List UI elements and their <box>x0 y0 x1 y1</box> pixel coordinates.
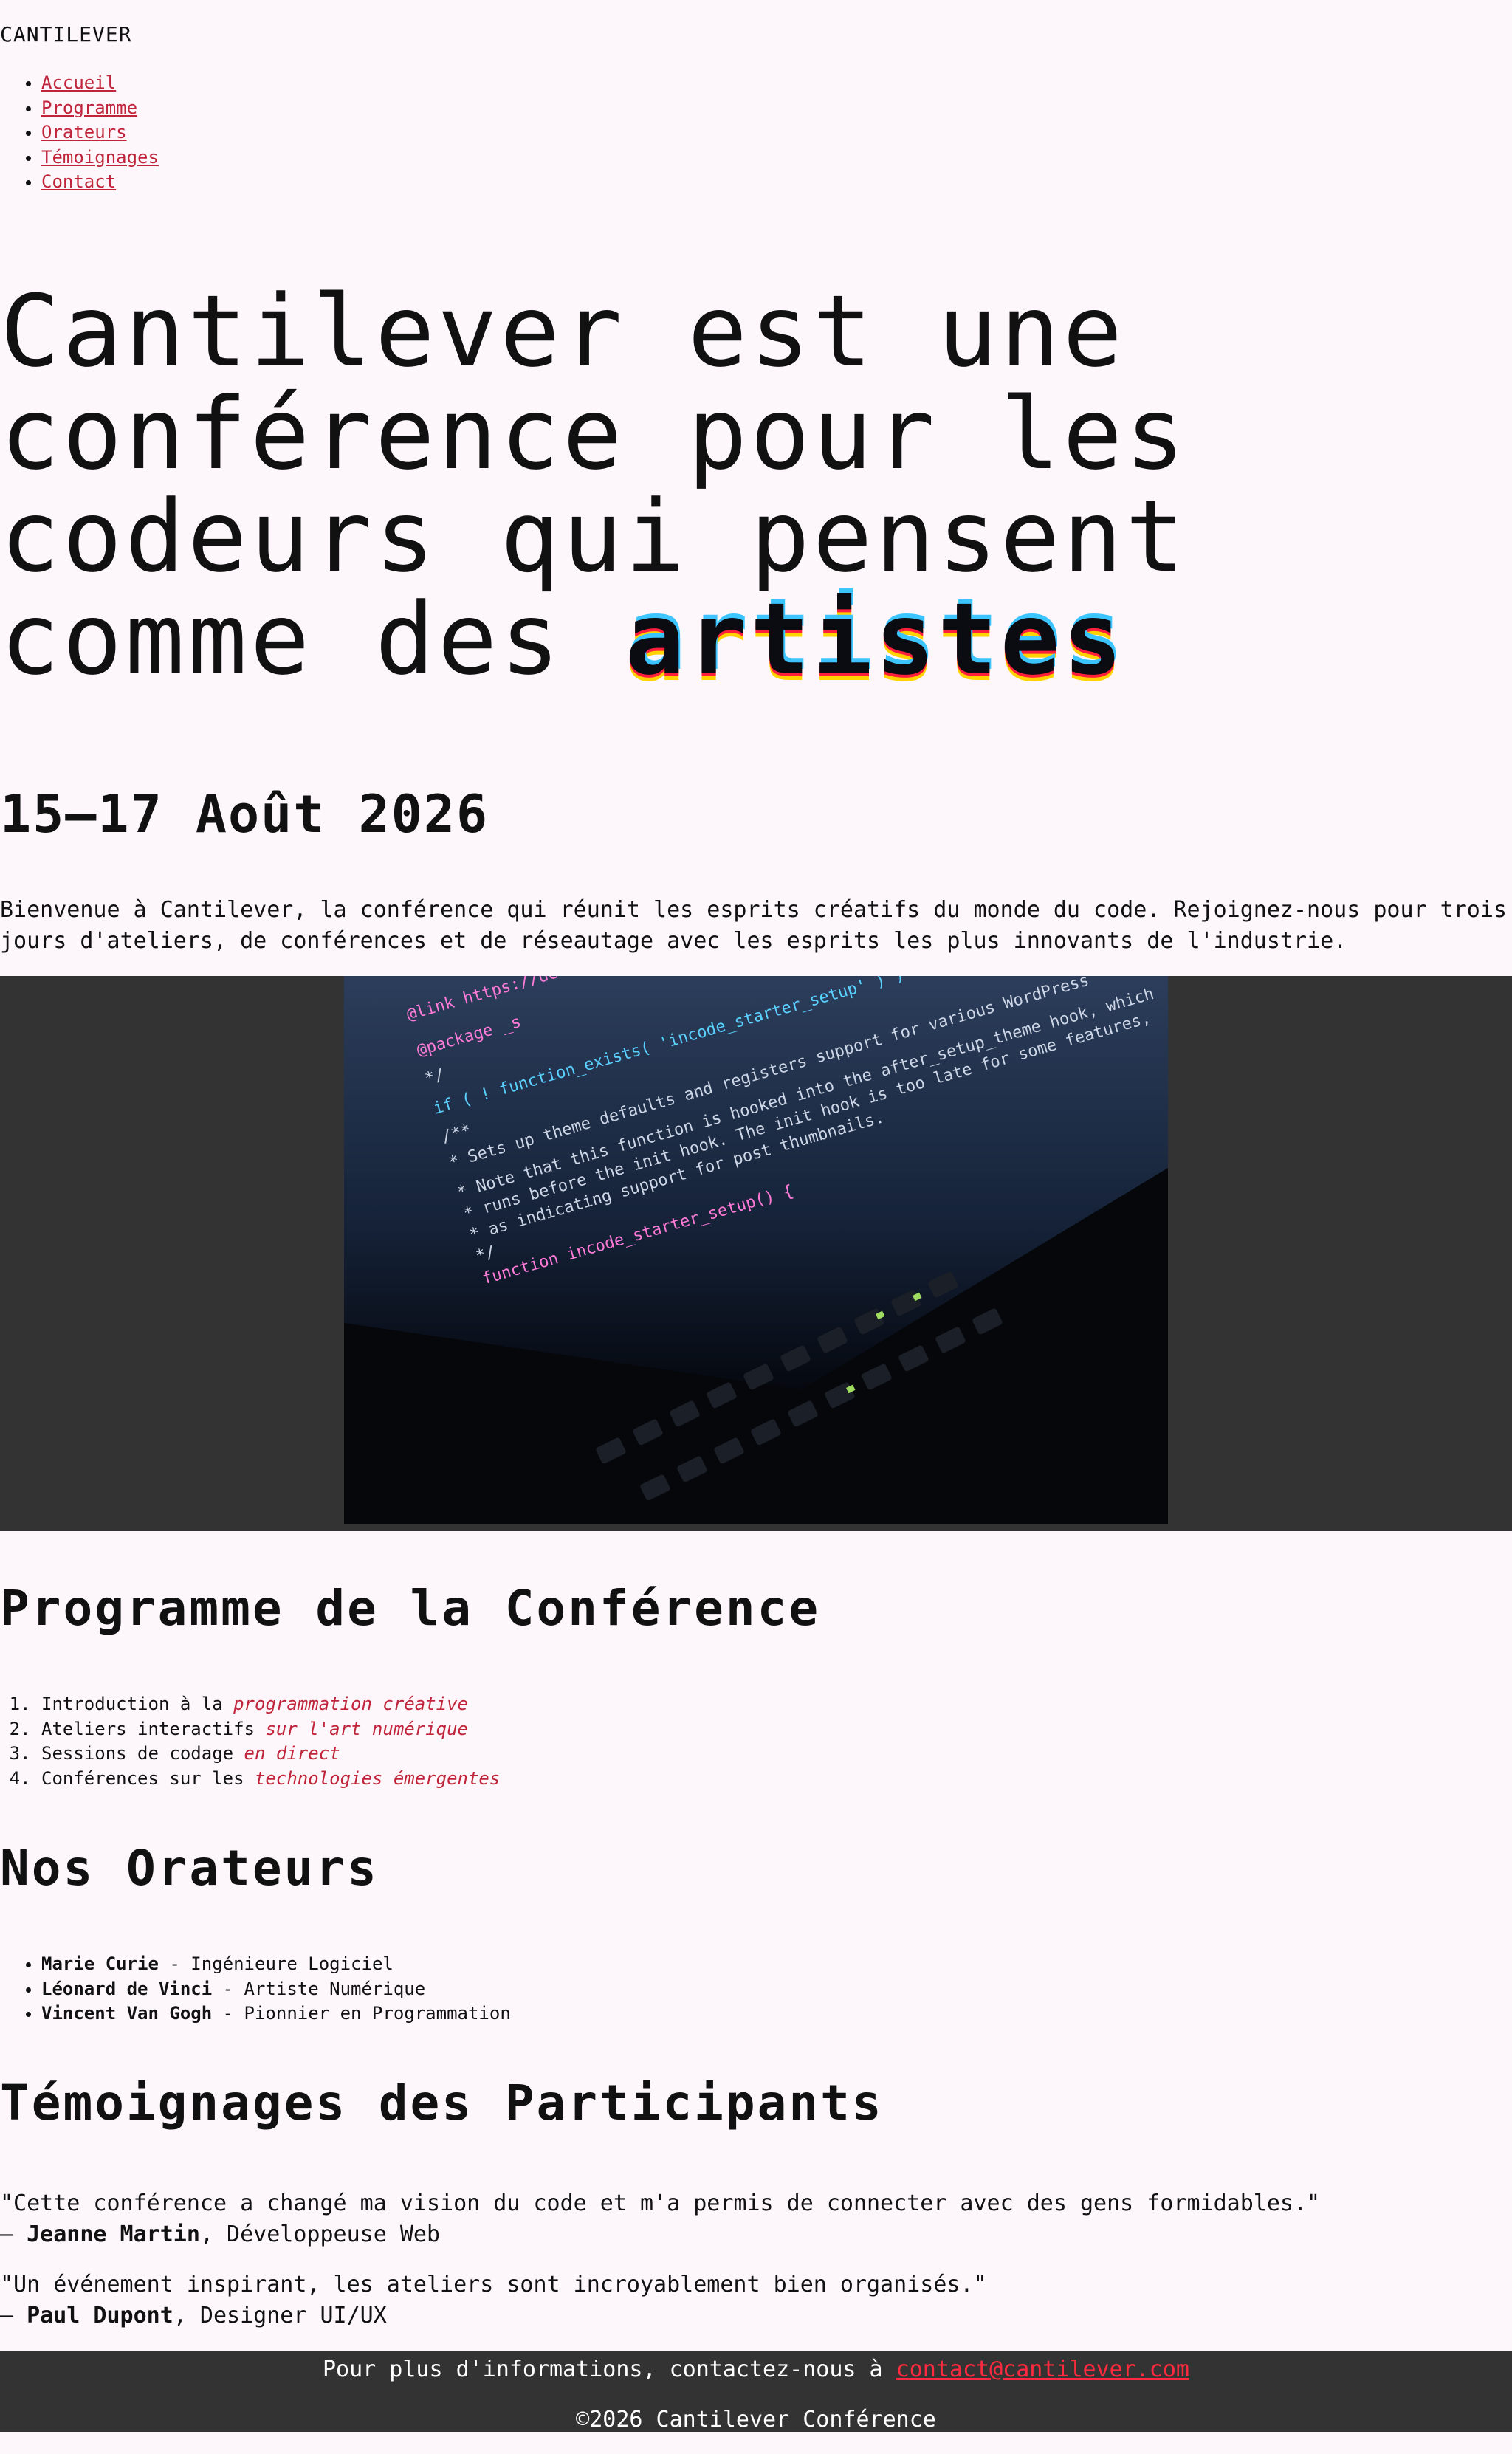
program-item: Sessions de codage en direct <box>41 1742 500 1767</box>
nav-link-temoignages[interactable]: Témoignages <box>41 147 159 168</box>
nav-item-temoignages: Témoignages <box>41 145 159 171</box>
speakers-title: Nos Orateurs <box>0 1840 379 1897</box>
contact-email-link[interactable]: contact@cantilever.com <box>896 2357 1189 2382</box>
page: CANTILEVER Accueil Programme Orateurs Té… <box>0 0 1512 2454</box>
event-intro: Bienvenue à Cantilever, la conférence qu… <box>0 897 1507 954</box>
nav-item-orateurs: Orateurs <box>41 120 159 145</box>
program-item-text: Conférences sur les <box>41 1767 255 1789</box>
speaker-item: Marie Curie - Ingénieure Logiciel <box>41 1952 511 1977</box>
hero-line-2: conférence pour les <box>0 377 1188 492</box>
footer-copyright: ©2026 Cantilever Conférence <box>576 2407 936 2433</box>
program-list: Introduction à la programmation créative… <box>0 1692 500 1791</box>
testimonial-author: Jeanne Martin <box>27 2221 200 2247</box>
program-item-emphasis: technologies émergentes <box>254 1767 501 1789</box>
program-item-text: Sessions de codage <box>41 1743 244 1764</box>
hero-accent-word: artistes <box>625 582 1126 697</box>
testimonial: "Cette conférence a changé ma vision du … <box>0 2188 1320 2250</box>
testimonial-quote: "Cette conférence a changé ma vision du … <box>0 2190 1321 2216</box>
nav-link-accueil[interactable]: Accueil <box>41 72 116 93</box>
nav-link-contact[interactable]: Contact <box>41 171 116 192</box>
testimonial-author: Paul Dupont <box>27 2303 173 2328</box>
speaker-item: Vincent Van Gogh - Pionnier en Programma… <box>41 2001 511 2027</box>
program-item: Ateliers interactifs sur l'art numérique <box>41 1717 500 1742</box>
testimonials-title: Témoignages des Participants <box>0 2075 884 2131</box>
testimonial-role: , Designer UI/UX <box>173 2303 387 2328</box>
code-laptop-illustration: @link https://develop @package _s */ if … <box>344 976 1168 1524</box>
program-title: Programme de la Conférence <box>0 1580 821 1637</box>
hero-line-4: comme des <box>0 582 625 697</box>
nav-link-programme[interactable]: Programme <box>41 97 137 118</box>
program-item-text: Introduction à la <box>41 1694 234 1714</box>
speakers-list: Marie Curie - Ingénieure Logiciel Léonar… <box>0 1952 511 2027</box>
speaker-role: - Ingénieure Logiciel <box>158 1953 394 1974</box>
testimonial-role: , Développeuse Web <box>199 2221 441 2247</box>
speaker-role: - Artiste Numérique <box>212 1978 426 1999</box>
code-laptop-image: @link https://develop @package _s */ if … <box>0 976 1512 1531</box>
site-footer: Pour plus d'informations, contactez-nous… <box>0 2351 1512 2433</box>
speaker-name: Léonard de Vinci <box>41 1978 213 1999</box>
hero-line-3: codeurs qui pensent <box>0 479 1188 594</box>
footer-contact: Pour plus d'informations, contactez-nous… <box>0 2357 1512 2382</box>
testimonial-quote: "Un événement inspirant, les ateliers so… <box>0 2272 987 2297</box>
hero-heading: Cantilever est une conférence pour les c… <box>0 281 1506 691</box>
nav-item-programme: Programme <box>41 96 159 121</box>
main-nav: Accueil Programme Orateurs Témoignages C… <box>0 71 159 195</box>
nav-item-contact: Contact <box>41 170 159 195</box>
program-item-emphasis: sur l'art numérique <box>265 1718 468 1739</box>
program-item: Introduction à la programmation créative <box>41 1692 500 1717</box>
program-item-text: Ateliers interactifs <box>41 1718 266 1739</box>
speaker-name: Vincent Van Gogh <box>41 2003 213 2024</box>
speaker-item: Léonard de Vinci - Artiste Numérique <box>41 1977 511 2002</box>
hero-line-1: Cantilever est une <box>0 274 1126 389</box>
nav-link-orateurs[interactable]: Orateurs <box>41 122 127 142</box>
program-item-emphasis: en direct <box>244 1743 340 1764</box>
testimonial-dash: — <box>0 2221 27 2247</box>
testimonial-dash: — <box>0 2303 27 2328</box>
speaker-role: - Pionnier en Programmation <box>212 2003 511 2024</box>
speaker-name: Marie Curie <box>41 1953 159 1974</box>
program-item: Conférences sur les technologies émergen… <box>41 1767 500 1792</box>
site-name: CANTILEVER <box>0 22 132 47</box>
nav-item-accueil: Accueil <box>41 71 159 96</box>
program-item-emphasis: programmation créative <box>233 1694 468 1714</box>
event-dates: 15–17 Août 2026 <box>0 784 489 845</box>
footer-contact-text: Pour plus d'informations, contactez-nous… <box>322 2357 896 2382</box>
testimonial: "Un événement inspirant, les ateliers so… <box>0 2269 987 2331</box>
